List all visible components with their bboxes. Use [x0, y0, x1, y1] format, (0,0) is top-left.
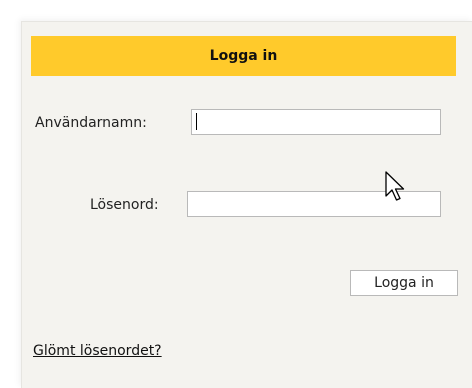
login-button[interactable]: Logga in [350, 270, 458, 296]
username-input[interactable] [191, 109, 441, 135]
username-label: Användarnamn: [35, 115, 147, 131]
login-header: Logga in [31, 36, 456, 76]
text-caret [196, 113, 197, 130]
forgot-password-link[interactable]: Glömt lösenordet? [33, 343, 162, 359]
password-label: Lösenord: [90, 197, 159, 213]
arrow-cursor-icon [385, 171, 405, 201]
